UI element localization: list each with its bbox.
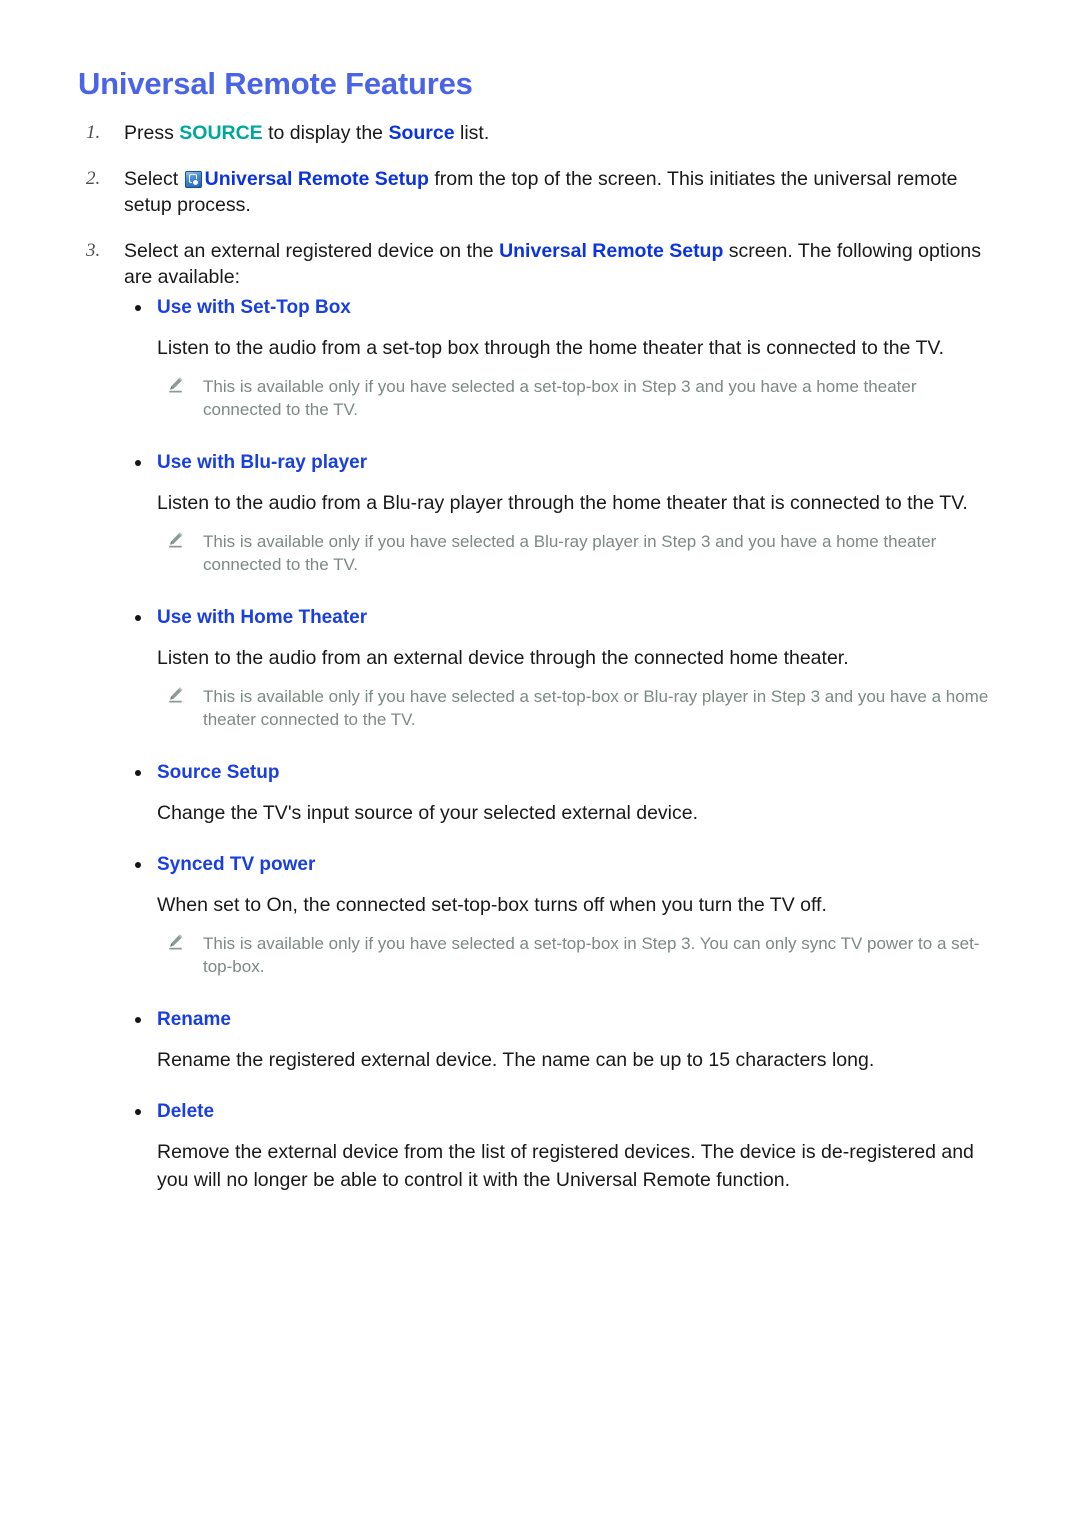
universal-remote-setup-link[interactable]: Universal Remote Setup <box>205 168 429 190</box>
option-body-set-top-box: Listen to the audio from a set-top box t… <box>157 337 945 359</box>
option-heading-blu-ray-player[interactable]: Use with Blu-ray player <box>135 451 995 475</box>
source-key-label: SOURCE <box>179 122 263 144</box>
option-heading-label: Use with Set-Top Box <box>157 297 351 318</box>
option-heading-source-setup[interactable]: Source Setup <box>135 761 995 785</box>
step-number: 1. <box>86 122 101 143</box>
note-text: This is available only if you have selec… <box>203 377 917 419</box>
option-body-source-setup: Change the TV's input source of your sel… <box>157 802 699 824</box>
step-text-prefix: Select an external registered device on … <box>124 240 500 262</box>
option-heading-home-theater[interactable]: Use with Home Theater <box>135 606 995 630</box>
page-title: Universal Remote Features <box>78 66 473 101</box>
pencil-icon <box>169 934 183 950</box>
note-text: This is available only if you have selec… <box>203 934 980 976</box>
document-page: Universal Remote Features 1. Press SOURCE… <box>0 0 1080 1527</box>
note-text: This is available only if you have selec… <box>203 532 937 574</box>
universal-remote-setup-icon <box>184 171 202 188</box>
option-body-home-theater: Listen to the audio from an external dev… <box>157 647 849 669</box>
bullet-icon <box>135 460 141 466</box>
option-note-blu-ray-player: This is available only if you have selec… <box>157 530 995 576</box>
universal-remote-setup-link[interactable]: Universal Remote Setup <box>499 240 723 262</box>
bullet-icon <box>135 770 141 776</box>
step-item-2: 2. Select Universal Remote Setup from the… <box>78 166 993 218</box>
option-heading-label: Synced TV power <box>157 854 316 875</box>
options-list: Use with Set-Top Box Listen to the audio… <box>135 296 995 1194</box>
option-note-synced-tv-power: This is available only if you have selec… <box>157 932 995 978</box>
step-item-1: 1. Press SOURCE to display the Source lis… <box>78 120 993 146</box>
option-heading-label: Delete <box>157 1101 215 1122</box>
option-body-delete: Remove the external device from the list… <box>157 1141 974 1191</box>
note-text: This is available only if you have selec… <box>203 687 989 729</box>
option-heading-label: Use with Home Theater <box>157 607 368 628</box>
step-text-prefix: Select <box>124 168 184 190</box>
step-text-prefix: Press <box>124 122 180 144</box>
numbered-steps-list: 1. Press SOURCE to display the Source lis… <box>78 120 993 310</box>
source-menu-link[interactable]: Source <box>388 122 454 144</box>
option-heading-rename[interactable]: Rename <box>135 1008 995 1032</box>
option-body-synced-tv-power: When set to On, the connected set-top-bo… <box>157 894 827 916</box>
bullet-icon <box>135 1109 141 1115</box>
pencil-icon <box>169 532 183 548</box>
option-body-blu-ray-player: Listen to the audio from a Blu-ray playe… <box>157 492 968 514</box>
step-number: 2. <box>86 168 101 189</box>
option-body-rename: Rename the registered external device. T… <box>157 1049 875 1071</box>
option-heading-set-top-box[interactable]: Use with Set-Top Box <box>135 296 995 320</box>
step-text-middle: to display the <box>262 122 389 144</box>
bullet-icon <box>135 615 141 621</box>
option-heading-label: Use with Blu-ray player <box>157 452 368 473</box>
option-note-home-theater: This is available only if you have selec… <box>157 685 995 731</box>
option-note-set-top-box: This is available only if you have selec… <box>157 375 995 421</box>
pencil-icon <box>169 687 183 703</box>
bullet-icon <box>135 862 141 868</box>
step-item-3: 3. Select an external registered device o… <box>78 238 993 290</box>
option-heading-label: Source Setup <box>157 762 280 783</box>
option-heading-label: Rename <box>157 1009 231 1030</box>
step-number: 3. <box>86 240 101 261</box>
step-text-suffix: list. <box>454 122 490 144</box>
bullet-icon <box>135 305 141 311</box>
option-heading-synced-tv-power[interactable]: Synced TV power <box>135 853 995 877</box>
pencil-icon <box>169 377 183 393</box>
option-heading-delete[interactable]: Delete <box>135 1100 995 1124</box>
bullet-icon <box>135 1017 141 1023</box>
